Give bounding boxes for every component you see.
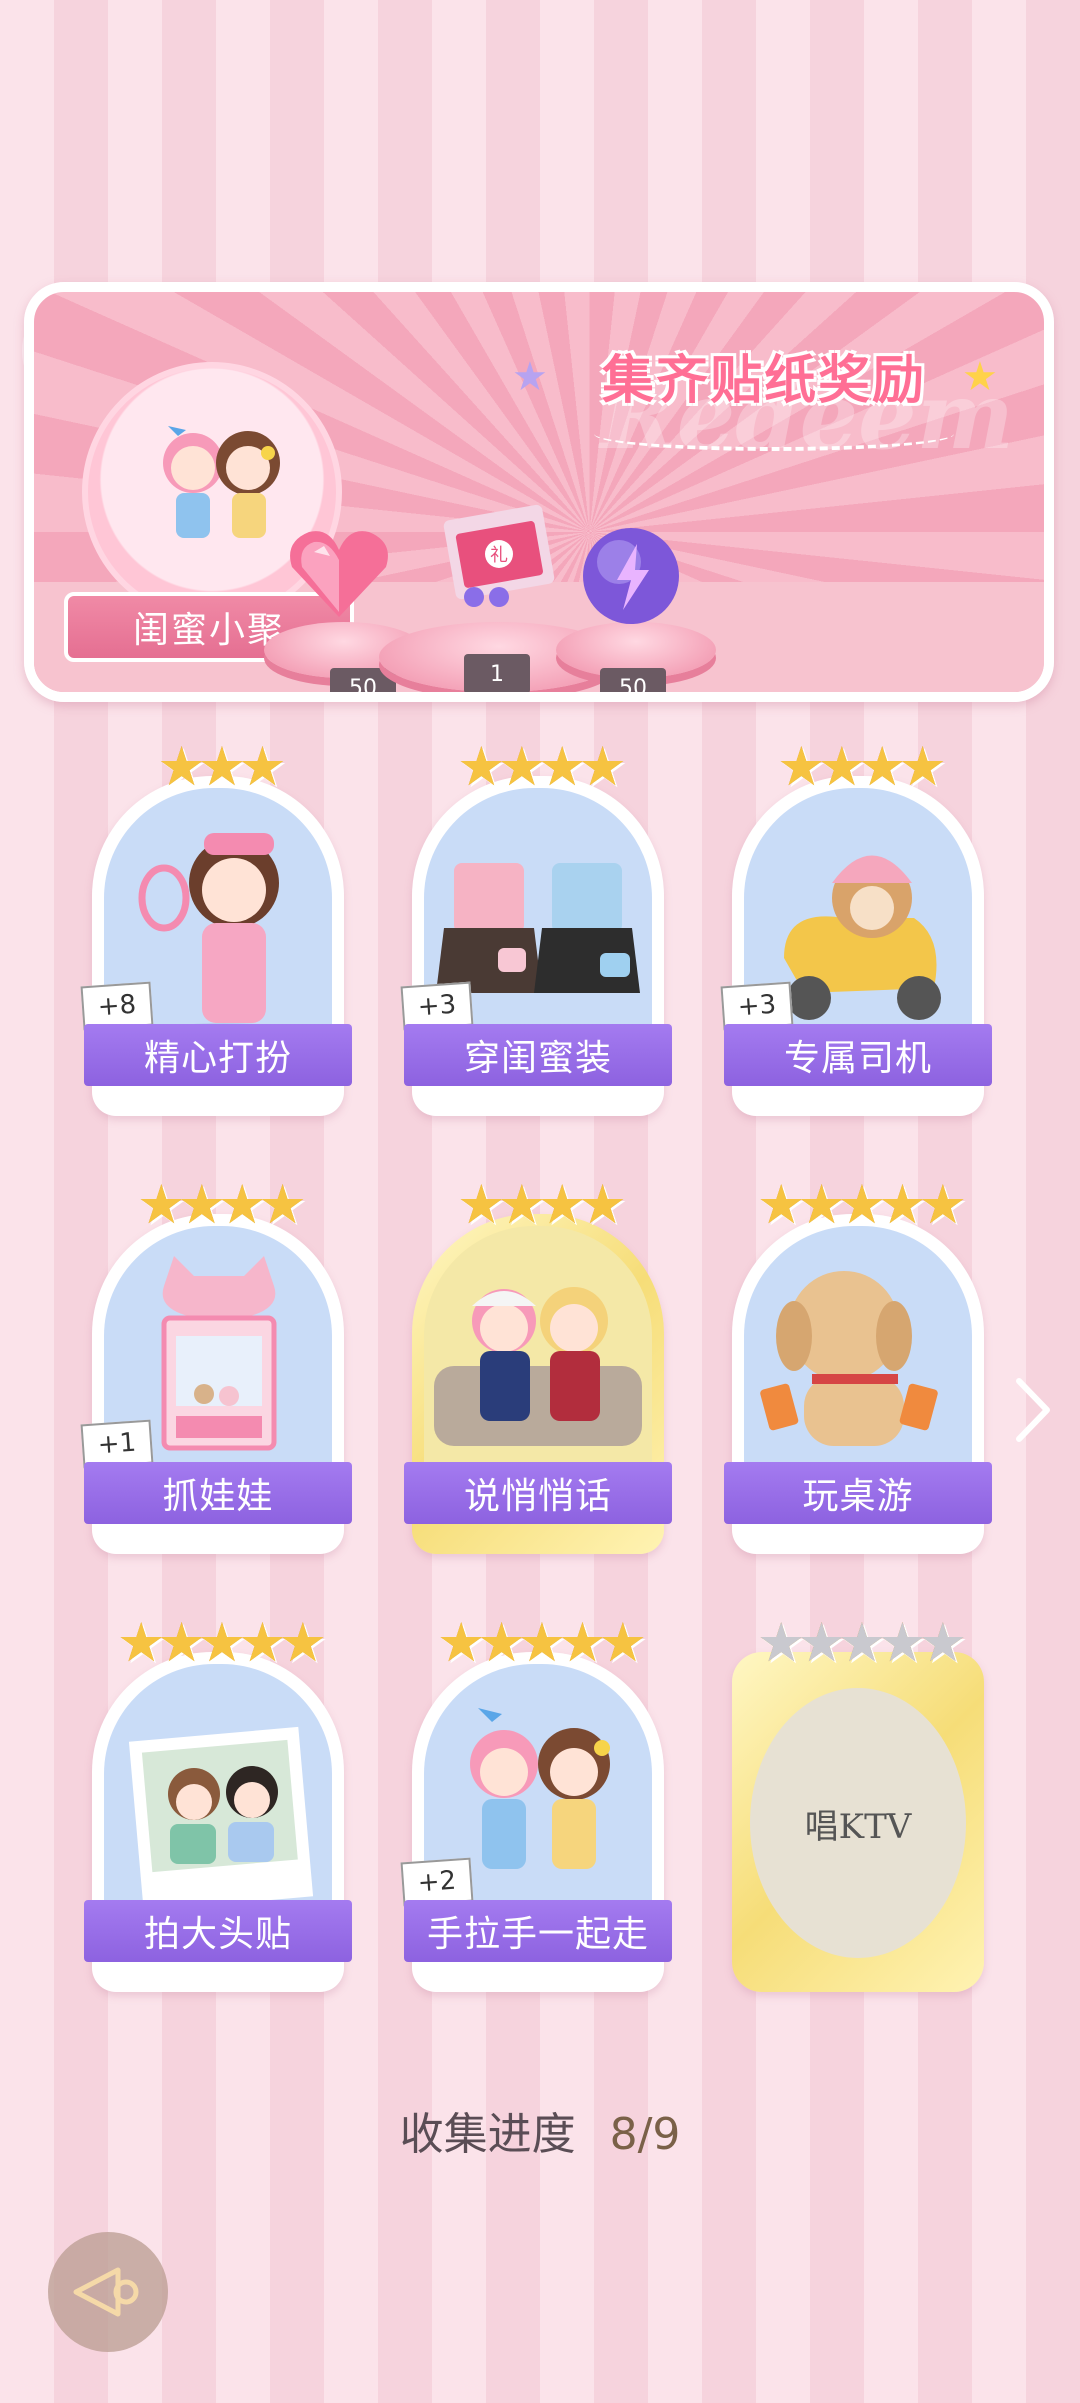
two-girls-icon	[163, 426, 280, 538]
sticker-card[interactable]: 拍大头贴 ★★★★★	[84, 1616, 352, 1994]
card-art	[744, 1226, 972, 1486]
heart-gem-icon[interactable]	[284, 522, 394, 632]
card-art	[424, 1226, 652, 1486]
collection-progress: 收集进度 8/9	[0, 2098, 1080, 2162]
card-label: 说悄悄话	[404, 1462, 672, 1524]
panel-title: 集齐贴纸奖励	[601, 350, 926, 411]
sticker-card[interactable]: +2 手拉手一起走 ★★★★★	[400, 1616, 672, 1994]
star-icon: ★	[512, 354, 548, 400]
back-arrow-icon	[73, 2267, 139, 2317]
chevron-right-icon[interactable]	[1008, 1370, 1058, 1450]
sticker-card[interactable]: +3 专属司机 ★★★★	[720, 740, 992, 1118]
card-label: 拍大头贴	[84, 1900, 352, 1962]
reward-count: 50	[600, 668, 666, 692]
card-label: 手拉手一起走	[404, 1900, 672, 1962]
rarity-stars: ★★★★	[457, 1173, 627, 1236]
progress-label: 收集进度	[399, 2109, 576, 2160]
svg-text:礼: 礼	[490, 545, 508, 566]
sticker-card-locked[interactable]: 唱KTV ★★★★★	[732, 1616, 984, 1994]
rarity-stars: ★★★★★	[116, 1611, 327, 1674]
rarity-stars: ★★★★★	[756, 1611, 967, 1674]
rarity-stars: ★★★★	[457, 735, 627, 798]
card-label: 专属司机	[724, 1024, 992, 1086]
sticker-card[interactable]: +1 抓娃娃 ★★★★	[80, 1178, 352, 1556]
card-label: 精心打扮	[84, 1024, 352, 1086]
back-button[interactable]	[48, 2232, 168, 2352]
sticker-card[interactable]: +3 穿闺蜜装 ★★★★	[400, 740, 672, 1118]
star-icon: ★	[962, 354, 998, 400]
rarity-stars: ★★★★★	[756, 1173, 967, 1236]
gift-box-icon[interactable]: 礼	[429, 482, 569, 632]
reward-panel: Redeem ★ 集齐贴纸奖励 ★ 闺蜜小聚 50 礼 1 50	[24, 282, 1054, 702]
sticker-card[interactable]: +8 精心打扮 ★★★	[80, 740, 352, 1118]
card-art	[104, 1664, 332, 1924]
sticker-card[interactable]: 玩桌游 ★★★★★	[724, 1178, 992, 1556]
reward-count: 1	[464, 654, 530, 692]
rarity-stars: ★★★★	[137, 1173, 307, 1236]
sticker-card[interactable]: 说悄悄话 ★★★★	[404, 1178, 672, 1556]
title-divider	[594, 417, 954, 451]
rarity-stars: ★★★★★	[436, 1611, 647, 1674]
card-label: 穿闺蜜装	[404, 1024, 672, 1086]
rarity-stars: ★★★	[157, 735, 286, 798]
locked-card-placeholder: 唱KTV	[750, 1688, 966, 1958]
reward-count: 50	[330, 668, 396, 692]
card-label: 玩桌游	[724, 1462, 992, 1524]
card-label: 抓娃娃	[84, 1462, 352, 1524]
rarity-stars: ★★★★	[777, 735, 947, 798]
progress-value: 8/9	[609, 2109, 681, 2160]
lightning-orb-icon[interactable]	[579, 524, 684, 629]
